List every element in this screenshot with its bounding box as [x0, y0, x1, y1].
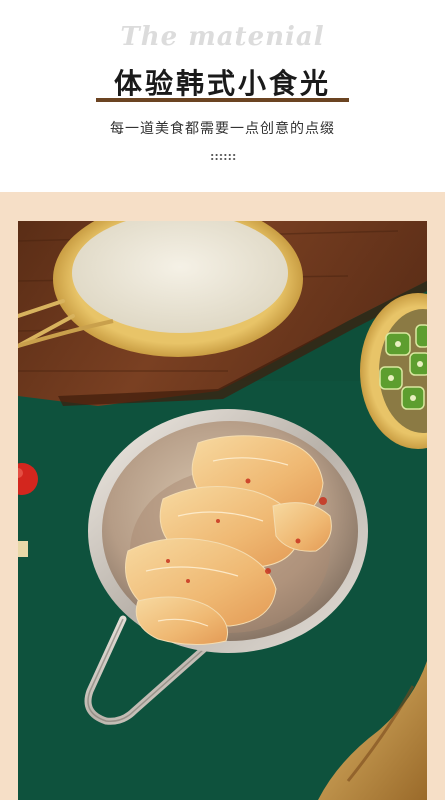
title-underline: [96, 98, 349, 102]
main-title: 体验韩式小食光: [113, 67, 331, 100]
dotted-divider: [210, 153, 236, 161]
product-photo: [18, 221, 427, 800]
header-section: The matenial 体验韩式小食光 每一道美食都需要一点创意的点缀: [0, 0, 445, 192]
script-title: The matenial: [120, 22, 325, 52]
subtitle: 每一道美食都需要一点创意的点缀: [110, 121, 335, 137]
